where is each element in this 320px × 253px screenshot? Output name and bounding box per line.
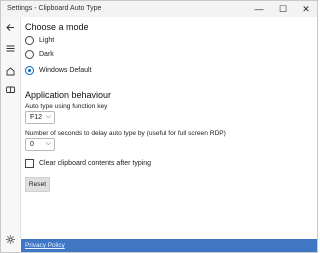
radio-light[interactable] <box>25 36 34 45</box>
home-icon[interactable] <box>5 66 16 77</box>
minimize-button[interactable]: — <box>247 1 271 17</box>
hamburger-menu-icon[interactable] <box>5 43 16 54</box>
clear-clipboard-checkbox[interactable] <box>25 159 34 168</box>
delay-value: 0 <box>30 141 34 148</box>
behaviour-heading: Application behaviour <box>25 90 112 100</box>
function-key-label: Auto type using function key <box>25 103 108 110</box>
settings-window: Settings - Clipboard Auto Type — ☐ ✕ Cho… <box>0 0 318 253</box>
privacy-policy-link[interactable]: Privacy Policy <box>25 242 65 249</box>
window-title: Settings - Clipboard Auto Type <box>7 5 102 12</box>
chevron-down-icon: ⌵ <box>45 140 51 147</box>
chevron-down-icon: ⌵ <box>45 113 51 120</box>
delay-select[interactable]: 0 ⌵ <box>25 138 55 151</box>
reset-button[interactable]: Reset <box>25 177 50 192</box>
mode-heading: Choose a mode <box>25 22 89 32</box>
delay-label: Number of seconds to delay auto type by … <box>25 130 226 137</box>
function-key-select[interactable]: F12 ⌵ <box>25 111 55 124</box>
footer-bar: Privacy Policy <box>21 239 317 252</box>
settings-gear-icon[interactable] <box>5 234 16 245</box>
navigation-sidebar <box>1 17 20 252</box>
keyboard-icon[interactable] <box>5 84 16 95</box>
back-arrow-icon[interactable] <box>5 22 16 33</box>
radio-light-label: Light <box>39 37 55 44</box>
radio-windows-default-label: Windows Default <box>39 67 92 74</box>
settings-content: Choose a mode Light Dark Windows Default… <box>21 17 317 239</box>
maximize-button[interactable]: ☐ <box>271 1 295 17</box>
radio-dark-label: Dark <box>39 51 54 58</box>
radio-windows-default[interactable] <box>25 66 34 75</box>
close-button[interactable]: ✕ <box>294 1 318 17</box>
title-bar: Settings - Clipboard Auto Type — ☐ ✕ <box>1 1 317 17</box>
radio-dark[interactable] <box>25 50 34 59</box>
clear-clipboard-label: Clear clipboard contents after typing <box>39 160 152 167</box>
function-key-value: F12 <box>30 114 43 121</box>
